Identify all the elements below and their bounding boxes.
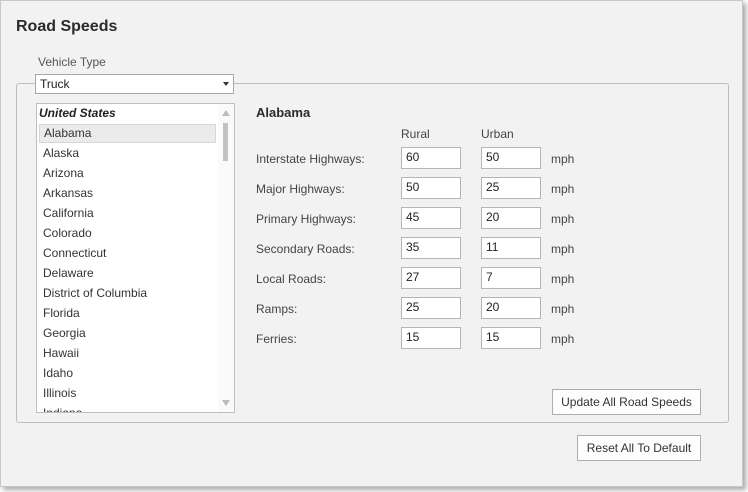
state-list-item[interactable]: Alabama bbox=[39, 124, 216, 143]
speed-unit-label: mph bbox=[551, 212, 575, 226]
state-list-item[interactable]: Illinois bbox=[39, 384, 216, 403]
state-list-header: United States bbox=[39, 106, 116, 120]
road-type-label: Ramps: bbox=[256, 302, 298, 316]
speed-unit-label: mph bbox=[551, 152, 575, 166]
state-list[interactable]: United States Alabama Alaska Arizona Arkans… bbox=[36, 103, 235, 413]
page-title: Road Speeds bbox=[16, 18, 118, 35]
vehicle-type-value: Truck bbox=[40, 77, 70, 91]
state-list-item[interactable]: Arkansas bbox=[39, 184, 216, 203]
urban-speed-input[interactable] bbox=[481, 177, 541, 199]
reset-all-to-default-button[interactable]: Reset All To Default bbox=[577, 435, 701, 461]
urban-speed-input[interactable] bbox=[481, 147, 541, 169]
road-type-label: Primary Highways: bbox=[256, 212, 357, 226]
rural-speed-input[interactable] bbox=[401, 177, 461, 199]
rural-speed-input[interactable] bbox=[401, 327, 461, 349]
road-speeds-window: Road Speeds Vehicle Type Truck United St… bbox=[0, 0, 743, 487]
state-list-scrollbar[interactable] bbox=[218, 104, 234, 412]
rural-column-header: Rural bbox=[401, 127, 430, 141]
speed-unit-label: mph bbox=[551, 182, 575, 196]
vehicle-type-select[interactable]: Truck bbox=[35, 74, 234, 94]
selected-state-title: Alabama bbox=[256, 105, 311, 120]
road-type-label: Major Highways: bbox=[256, 182, 345, 196]
rural-speed-input[interactable] bbox=[401, 297, 461, 319]
speed-unit-label: mph bbox=[551, 332, 575, 346]
state-list-item[interactable]: California bbox=[39, 204, 216, 223]
rural-speed-input[interactable] bbox=[401, 267, 461, 289]
state-list-item[interactable]: Florida bbox=[39, 304, 216, 323]
speed-unit-label: mph bbox=[551, 272, 575, 286]
road-type-label: Local Roads: bbox=[256, 272, 327, 286]
road-type-label: Secondary Roads: bbox=[256, 242, 355, 256]
state-list-item[interactable]: Georgia bbox=[39, 324, 216, 343]
road-type-label: Ferries: bbox=[256, 332, 297, 346]
urban-speed-input[interactable] bbox=[481, 237, 541, 259]
rural-speed-input[interactable] bbox=[401, 207, 461, 229]
scroll-thumb[interactable] bbox=[223, 123, 228, 161]
state-list-item[interactable]: Alaska bbox=[39, 144, 216, 163]
rural-speed-input[interactable] bbox=[401, 237, 461, 259]
speed-unit-label: mph bbox=[551, 242, 575, 256]
state-list-item[interactable]: Colorado bbox=[39, 224, 216, 243]
road-type-label: Interstate Highways: bbox=[256, 152, 365, 166]
state-list-item[interactable]: Idaho bbox=[39, 364, 216, 383]
vehicle-type-label: Vehicle Type bbox=[38, 55, 106, 69]
urban-speed-input[interactable] bbox=[481, 207, 541, 229]
rural-speed-input[interactable] bbox=[401, 147, 461, 169]
urban-speed-input[interactable] bbox=[481, 267, 541, 289]
urban-speed-input[interactable] bbox=[481, 297, 541, 319]
update-all-road-speeds-button[interactable]: Update All Road Speeds bbox=[552, 389, 701, 415]
scroll-up-icon[interactable] bbox=[222, 110, 230, 116]
state-list-item[interactable]: Delaware bbox=[39, 264, 216, 283]
urban-column-header: Urban bbox=[481, 127, 514, 141]
state-list-item[interactable]: Arizona bbox=[39, 164, 216, 183]
state-list-item[interactable]: Indiana bbox=[39, 404, 216, 412]
state-list-item[interactable]: District of Columbia bbox=[39, 284, 216, 303]
scroll-down-icon[interactable] bbox=[222, 400, 230, 406]
state-list-item[interactable]: Hawaii bbox=[39, 344, 216, 363]
urban-speed-input[interactable] bbox=[481, 327, 541, 349]
state-list-item[interactable]: Connecticut bbox=[39, 244, 216, 263]
chevron-down-icon bbox=[223, 82, 229, 86]
speed-unit-label: mph bbox=[551, 302, 575, 316]
